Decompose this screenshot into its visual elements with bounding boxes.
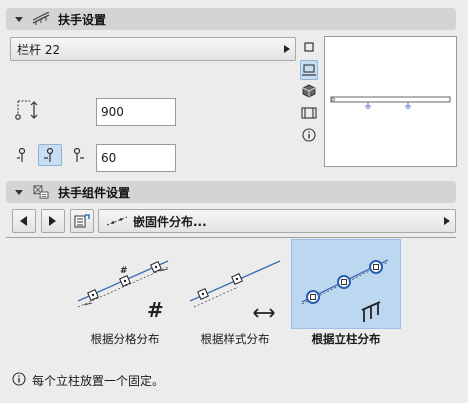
arrow-left-icon — [20, 216, 27, 226]
offset-center-button[interactable] — [38, 144, 62, 166]
arrow-right-icon — [49, 216, 56, 226]
elevation-icon — [301, 107, 317, 119]
svg-text:#: # — [147, 298, 164, 322]
view-square-button[interactable] — [300, 38, 318, 56]
fixing-distribution-icon — [106, 216, 128, 226]
component-list-button[interactable] — [70, 209, 94, 233]
railing-icon — [32, 12, 50, 25]
offset-input[interactable]: 60 — [96, 144, 176, 172]
railing-type-label: 栏杆 22 — [17, 42, 61, 57]
component-settings-title: 扶手组件设置 — [58, 185, 131, 200]
option-by-pattern-label: 根据样式分布 — [200, 332, 270, 346]
next-button[interactable] — [41, 209, 65, 233]
railing-settings-title: 扶手设置 — [58, 12, 107, 27]
offset-left-icon[interactable] — [14, 146, 30, 164]
railing-preview — [324, 36, 457, 167]
height-input[interactable]: 900 — [96, 98, 176, 126]
post-distribution-icon — [301, 259, 389, 322]
option-by-segment-label: 根据分格分布 — [90, 332, 160, 346]
info-icon — [12, 372, 26, 386]
option-by-post[interactable] — [291, 239, 401, 329]
collapse-triangle-icon[interactable] — [14, 14, 24, 24]
previous-button[interactable] — [12, 209, 36, 233]
chevron-right-icon — [284, 45, 290, 53]
svg-text:#: # — [120, 266, 128, 276]
collapse-triangle-icon[interactable] — [14, 187, 24, 197]
section-divider — [6, 237, 456, 238]
view-front-button[interactable] — [300, 60, 318, 80]
cube-icon — [302, 84, 316, 98]
preview-drawing — [330, 96, 451, 109]
pattern-distribution-icon — [189, 260, 281, 318]
railing-settings-header[interactable]: 扶手设置 — [6, 8, 456, 30]
distribution-label: 嵌固件分布... — [133, 214, 207, 229]
info-text: 每个立柱放置一个固定。 — [32, 374, 165, 388]
list-settings-icon — [74, 214, 90, 228]
railing-type-dropdown[interactable]: 栏杆 22 — [10, 37, 296, 61]
offset-center-icon — [44, 147, 54, 162]
option-by-pattern[interactable] — [180, 239, 290, 329]
component-settings-header[interactable]: 扶手组件设置 — [6, 181, 456, 203]
distribution-dropdown[interactable]: 嵌固件分布... — [98, 209, 456, 233]
view-3d-button[interactable] — [300, 82, 318, 100]
offset-right-icon[interactable] — [68, 146, 86, 164]
option-by-segment[interactable]: # # — [70, 239, 180, 329]
front-view-icon — [302, 64, 316, 76]
info-button[interactable] — [300, 126, 318, 144]
square-icon — [304, 42, 314, 52]
option-by-post-label: 根据立柱分布 — [311, 332, 381, 346]
component-icon — [33, 185, 49, 199]
view-elevation-button[interactable] — [300, 104, 318, 122]
chevron-right-icon — [444, 217, 450, 225]
info-icon — [302, 128, 316, 142]
height-dimension-icon — [15, 100, 38, 120]
segment-distribution-icon: # # — [77, 260, 169, 322]
